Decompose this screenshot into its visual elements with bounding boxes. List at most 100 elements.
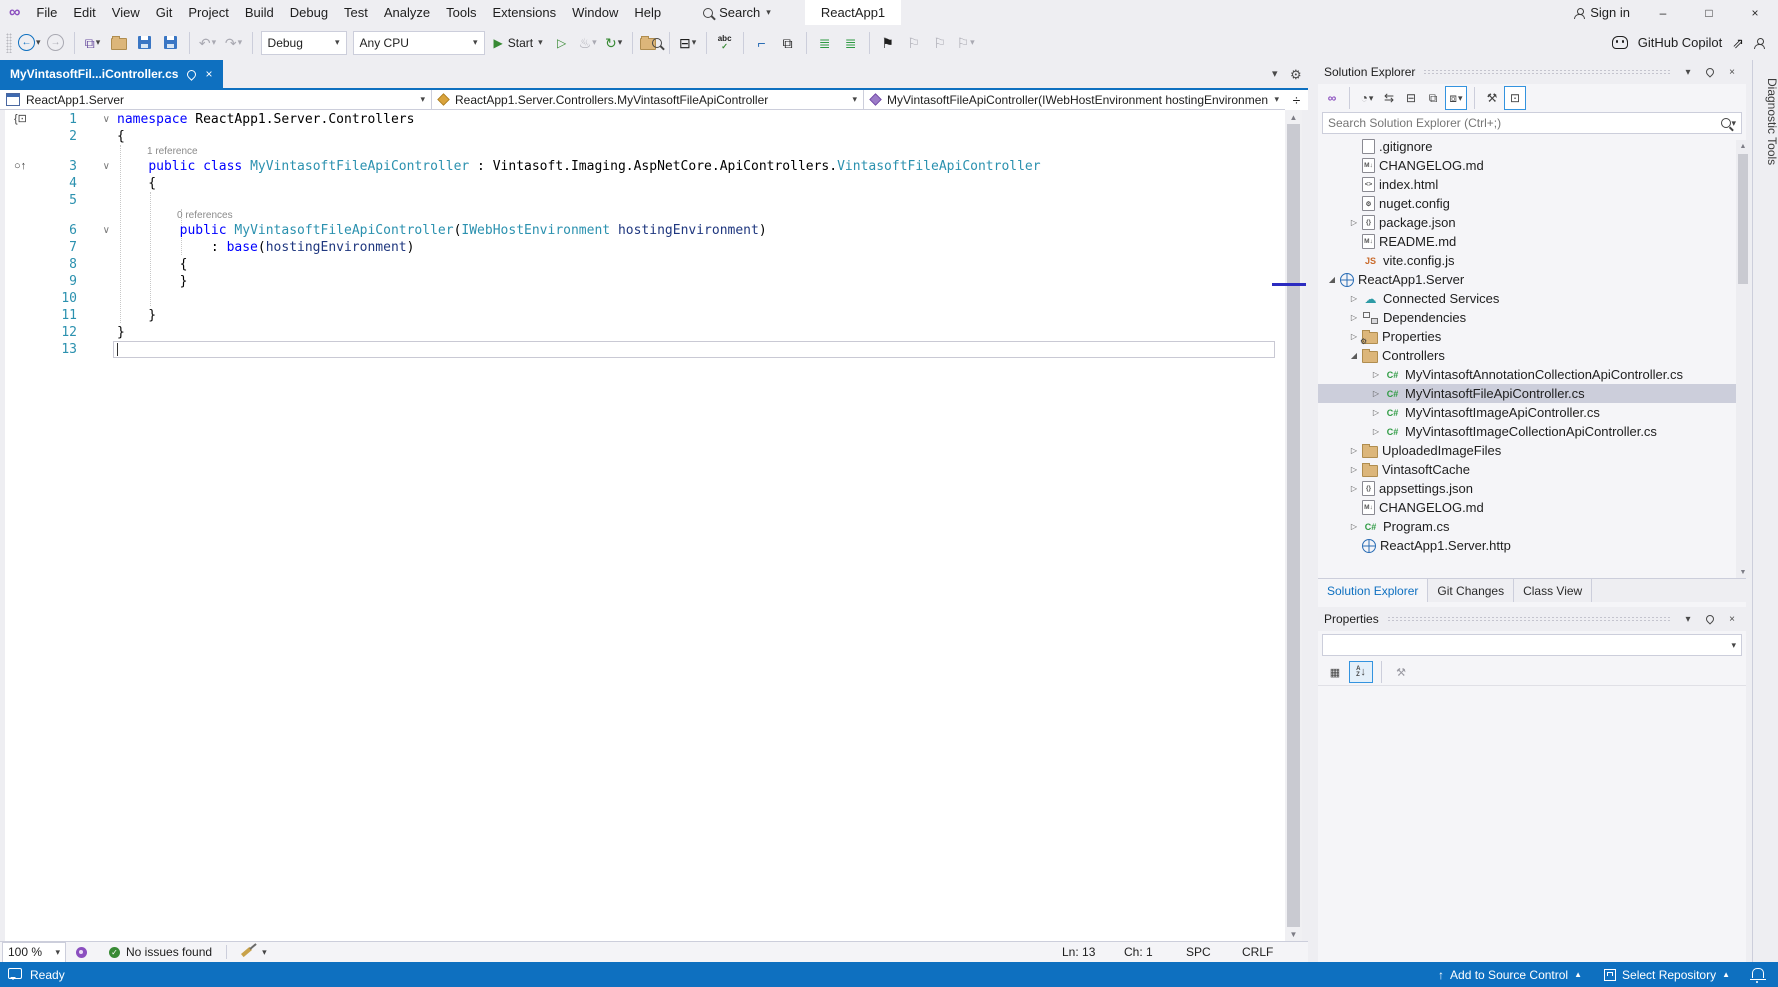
code-line[interactable]: 5 [0, 192, 1285, 209]
fold-toggle-icon[interactable]: ∨ [77, 158, 117, 175]
tree-item[interactable]: .gitignore [1318, 137, 1746, 156]
code-line[interactable]: 9 } [0, 273, 1285, 290]
editor-extension-icon[interactable] [76, 947, 87, 958]
github-copilot-button[interactable]: GitHub Copilot [1638, 35, 1723, 50]
select-repository-button[interactable]: Select Repository ▲ [1604, 968, 1730, 982]
tree-item[interactable]: ▷C#MyVintasoftImageApiController.cs [1318, 403, 1746, 422]
scroll-down-icon[interactable]: ▼ [1285, 927, 1302, 941]
tree-item[interactable]: ◢Controllers [1318, 346, 1746, 365]
show-all-files-icon[interactable]: ⧉ [1423, 87, 1443, 109]
code-tokens[interactable]: : base(hostingEnvironment) [117, 239, 414, 256]
code-cleanup-icon[interactable] [241, 947, 252, 957]
format-selection-button[interactable]: ⌐ [749, 31, 775, 55]
breakpoint-margin[interactable] [0, 222, 36, 239]
tree-item[interactable]: ▷{}package.json [1318, 213, 1746, 232]
expand-arrow[interactable]: ▷ [1368, 427, 1384, 436]
breakpoint-margin[interactable] [0, 256, 36, 273]
breakpoint-margin[interactable] [0, 341, 36, 358]
split-editor-button[interactable]: ÷ [1285, 88, 1308, 110]
expand-arrow[interactable]: ◢ [1324, 275, 1340, 284]
collapse-all-icon[interactable]: ⊟ [1401, 87, 1421, 109]
account-icon[interactable] [1754, 38, 1764, 48]
window-position-icon[interactable]: ▾ [1680, 614, 1696, 625]
increase-indent-button[interactable]: ≣ [838, 31, 864, 55]
menu-file[interactable]: File [28, 0, 65, 25]
code-tokens[interactable]: namespace ReactApp1.Server.Controllers [117, 111, 414, 128]
spaces-indicator[interactable]: SPC [1186, 945, 1242, 959]
expand-arrow[interactable]: ▷ [1346, 218, 1362, 227]
scrollbar-thumb[interactable] [1287, 124, 1300, 927]
inheritance-margin-icon[interactable]: ○↑ [14, 158, 26, 175]
breakpoint-margin[interactable] [0, 128, 36, 145]
code-cleanup-run-button[interactable]: abc✓ [712, 31, 738, 55]
breakpoint-margin[interactable] [0, 192, 36, 209]
properties-object-dropdown[interactable]: ▾ [1322, 634, 1742, 656]
code-line[interactable]: ○↑3∨ public class MyVintasoftFileApiCont… [0, 158, 1285, 175]
expand-arrow[interactable]: ▷ [1346, 484, 1362, 493]
share-icon[interactable]: ⇗ [1732, 36, 1744, 50]
type-dropdown[interactable]: ReactApp1.Server.Controllers.MyVintasoft… [432, 90, 864, 109]
tree-item[interactable]: JSvite.config.js [1318, 251, 1746, 270]
clear-bookmarks-button[interactable]: ⚐▾ [953, 31, 979, 55]
menu-view[interactable]: View [104, 0, 148, 25]
sync-with-active-document-icon[interactable]: ⧈▾ [1445, 86, 1467, 110]
close-icon[interactable]: × [1724, 67, 1740, 78]
code-line[interactable]: 11 } [0, 307, 1285, 324]
solution-platform-dropdown[interactable]: Any CPU▾ [353, 31, 485, 55]
tree-item[interactable]: ▷UploadedImageFiles [1318, 441, 1746, 460]
start-without-debugging-button[interactable]: ▷ [549, 31, 575, 55]
code-line[interactable]: 13 [0, 341, 1285, 358]
sign-in-button[interactable]: Sign in [1564, 5, 1640, 20]
scroll-down-icon[interactable]: ▼ [1736, 566, 1750, 578]
menu-build[interactable]: Build [237, 0, 282, 25]
window-layout-button[interactable]: ⊟▾ [675, 31, 701, 55]
solution-explorer-scrollbar[interactable]: ▲ ▼ [1736, 140, 1750, 578]
fold-toggle-icon[interactable]: ∨ [77, 111, 117, 128]
breakpoint-margin[interactable] [0, 239, 36, 256]
feedback-icon[interactable] [8, 968, 22, 979]
scroll-up-icon[interactable]: ▲ [1736, 140, 1750, 152]
menu-window[interactable]: Window [564, 0, 626, 25]
close-tab-icon[interactable]: × [205, 67, 212, 81]
window-position-icon[interactable]: ▾ [1680, 67, 1696, 78]
code-tokens[interactable]: public MyVintasoftFileApiController(IWeb… [117, 222, 767, 239]
code-line[interactable]: 12} [0, 324, 1285, 341]
tree-item[interactable]: ⚙nuget.config [1318, 194, 1746, 213]
panel-tab-solution-explorer[interactable]: Solution Explorer [1318, 579, 1428, 602]
solution-explorer-search-input[interactable]: Search Solution Explorer (Ctrl+;) ▾ [1322, 112, 1742, 134]
line-ending-indicator[interactable]: CRLF [1242, 945, 1308, 959]
start-debugging-button[interactable]: ▶ Start ▾ [488, 31, 549, 55]
tree-item[interactable]: ◢ReactApp1.Server [1318, 270, 1746, 289]
pending-changes-filter-icon[interactable]: ◔▾ [1357, 87, 1377, 109]
properties-wrench-icon[interactable]: ⚒ [1482, 87, 1502, 109]
code-line[interactable]: {⊡1∨namespace ReactApp1.Server.Controlle… [0, 111, 1285, 128]
member-dropdown[interactable]: MyVintasoftFileApiController(IWebHostEnv… [864, 90, 1285, 109]
breakpoint-margin[interactable] [0, 273, 36, 290]
tree-item[interactable]: ▷C#Program.cs [1318, 517, 1746, 536]
restart-button[interactable]: ↻▾ [601, 31, 627, 55]
next-bookmark-button[interactable]: ⚐ [927, 31, 953, 55]
expand-arrow[interactable]: ◢ [1346, 351, 1362, 360]
close-icon[interactable]: × [1724, 614, 1740, 625]
codelens-indicator[interactable]: 1 reference [0, 145, 1285, 158]
code-line[interactable]: 2{ [0, 128, 1285, 145]
menu-help[interactable]: Help [626, 0, 669, 25]
save-button[interactable] [132, 31, 158, 55]
find-in-files-button[interactable] [638, 31, 664, 55]
code-tokens[interactable]: public class MyVintasoftFileApiControlle… [117, 158, 1041, 175]
maximize-button[interactable]: □ [1686, 0, 1732, 25]
code-tokens[interactable]: } [117, 324, 125, 341]
menu-extensions[interactable]: Extensions [485, 0, 565, 25]
open-file-button[interactable] [106, 31, 132, 55]
code-tokens[interactable]: { [117, 175, 156, 192]
code-tokens[interactable]: { [117, 128, 125, 145]
zoom-level-dropdown[interactable]: 100 % ▾ [2, 942, 66, 963]
save-all-button[interactable] [158, 31, 184, 55]
menu-tools[interactable]: Tools [438, 0, 484, 25]
notifications-bell-icon[interactable] [1752, 968, 1764, 978]
categorized-icon[interactable]: ▦ [1324, 662, 1346, 682]
previous-bookmark-button[interactable]: ⚐ [901, 31, 927, 55]
breakpoint-margin[interactable] [0, 324, 36, 341]
line-indicator[interactable]: Ln: 13 [1062, 945, 1124, 959]
breakpoint-margin[interactable] [0, 290, 36, 307]
